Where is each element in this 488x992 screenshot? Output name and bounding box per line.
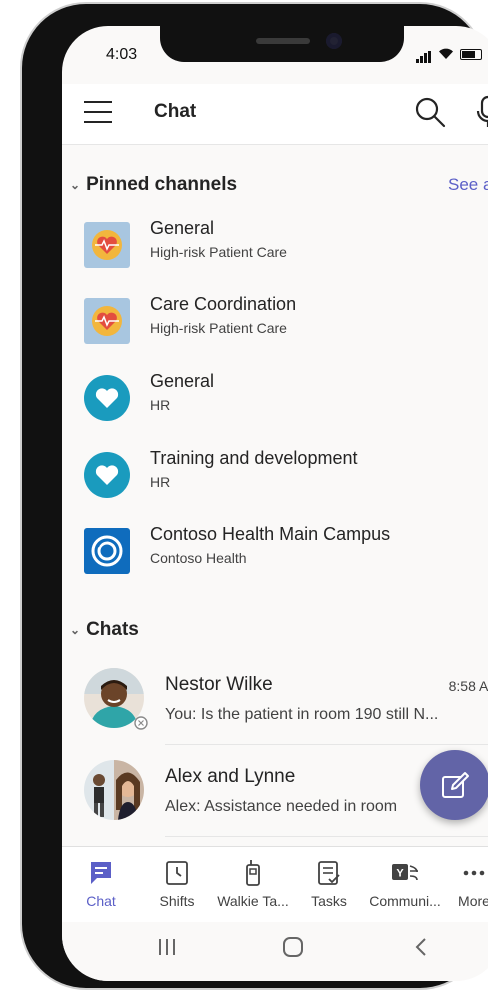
- channel-name: General: [150, 371, 215, 391]
- chat-preview: You: Is the patient in room 190 still N.…: [165, 706, 439, 723]
- channel-name: General: [150, 218, 215, 238]
- camera: [326, 33, 342, 49]
- pinned-channels-title: Pinned channels: [86, 174, 238, 195]
- home-icon[interactable]: [282, 936, 304, 958]
- offline-status-icon: [134, 716, 148, 730]
- phone-frame: 4:03 Chat ⌄ Pinned channels See all Gene…: [22, 4, 488, 988]
- pinned-channel-item[interactable]: General HR: [62, 367, 488, 437]
- channel-team: High-risk Patient Care: [150, 320, 287, 336]
- recent-apps-icon[interactable]: [157, 936, 177, 958]
- tab-walkie-talkie[interactable]: Walkie Ta...: [214, 859, 292, 909]
- clock-icon: [166, 861, 188, 885]
- chat-name: Nestor Wilke: [165, 674, 273, 695]
- contoso-logo-icon: [84, 528, 130, 574]
- speaker: [256, 38, 310, 44]
- channel-name: Training and development: [150, 448, 358, 468]
- compose-icon: [442, 772, 469, 798]
- divider: [165, 744, 488, 745]
- channel-team: HR: [150, 474, 171, 490]
- chats-header[interactable]: ⌄ Chats: [70, 619, 139, 641]
- channel-name: Contoso Health Main Campus: [150, 524, 391, 544]
- wifi-icon: [439, 48, 453, 59]
- tasks-icon: [318, 861, 340, 885]
- walkie-talkie-icon: [246, 860, 260, 886]
- tab-tasks[interactable]: Tasks: [290, 859, 368, 909]
- svg-text:Y: Y: [396, 868, 404, 880]
- tab-label: More: [458, 893, 488, 909]
- tab-shifts[interactable]: Shifts: [138, 859, 216, 909]
- tab-label: Chat: [86, 893, 116, 909]
- divider: [165, 836, 488, 837]
- pinned-channel-item[interactable]: Care Coordination High-risk Patient Care: [62, 290, 488, 360]
- search-icon[interactable]: [414, 96, 446, 128]
- pinned-channel-item[interactable]: General High-risk Patient Care: [62, 214, 488, 284]
- tab-label: Shifts: [159, 893, 195, 909]
- bottom-tab-bar: Chat Shifts Walkie Ta... Tasks Y Communi…: [62, 846, 488, 923]
- status-icons: [416, 45, 482, 63]
- chevron-down-icon: ⌄: [70, 623, 81, 637]
- page-title: Chat: [154, 101, 197, 122]
- chevron-down-icon: ⌄: [70, 178, 81, 192]
- back-icon[interactable]: [414, 936, 428, 958]
- chats-title: Chats: [86, 619, 139, 640]
- heart-pulse-icon: [84, 298, 130, 344]
- avatar: [84, 760, 144, 820]
- battery-icon: [460, 48, 482, 60]
- new-chat-button[interactable]: [420, 750, 488, 820]
- tab-label: Walkie Ta...: [217, 893, 289, 909]
- menu-icon[interactable]: [84, 101, 112, 123]
- heart-icon: [84, 452, 130, 498]
- see-all-link[interactable]: See all: [448, 175, 488, 195]
- pinned-channels-header[interactable]: ⌄ Pinned channels: [70, 174, 237, 196]
- notch: [160, 26, 404, 62]
- tab-chat[interactable]: Chat: [62, 859, 140, 909]
- channel-name: Care Coordination: [150, 294, 297, 314]
- signal-icon: [416, 45, 432, 63]
- chat-name: Alex and Lynne: [165, 766, 296, 787]
- chat-time: 8:58 AM: [448, 678, 488, 694]
- pinned-channel-item[interactable]: Training and development HR: [62, 444, 488, 514]
- yammer-icon: Y: [392, 864, 418, 881]
- more-icon: [463, 870, 485, 876]
- channel-team: Contoso Health: [150, 550, 247, 566]
- tab-label: Communi...: [369, 893, 441, 909]
- screen: 4:03 Chat ⌄ Pinned channels See all Gene…: [62, 26, 488, 981]
- chat-icon: [91, 862, 111, 884]
- tab-label: Tasks: [311, 893, 347, 909]
- app-bar: Chat: [62, 84, 488, 145]
- pinned-channel-item[interactable]: Contoso Health Main Campus Contoso Healt…: [62, 520, 488, 590]
- channel-team: HR: [150, 397, 171, 413]
- tab-communities[interactable]: Y Communi...: [366, 859, 444, 909]
- heart-pulse-icon: [84, 222, 130, 268]
- heart-icon: [84, 375, 130, 421]
- chat-item[interactable]: Nestor Wilke 8:58 AM You: Is the patient…: [62, 662, 488, 752]
- tab-more[interactable]: More: [444, 859, 488, 909]
- channel-team: High-risk Patient Care: [150, 244, 287, 260]
- status-time: 4:03: [106, 46, 138, 63]
- microphone-icon[interactable]: [476, 95, 488, 129]
- system-nav-bar: [62, 922, 488, 981]
